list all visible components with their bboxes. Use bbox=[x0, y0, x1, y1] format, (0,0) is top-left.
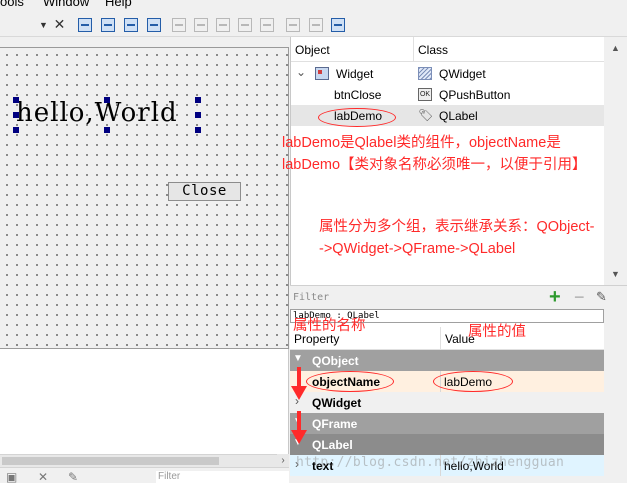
qt-designer-window: ools Window Help ▼ ✕ hello,World Close ›… bbox=[0, 0, 627, 483]
close-button[interactable]: Close bbox=[168, 182, 241, 201]
column-divider bbox=[413, 37, 414, 62]
toolbar-dropdown-icon[interactable]: ▼ bbox=[35, 16, 52, 33]
scrollbar-thumb[interactable] bbox=[2, 457, 219, 465]
class-name: QLabel bbox=[439, 109, 478, 123]
break-layout-icon[interactable] bbox=[307, 16, 324, 33]
menu-help[interactable]: Help bbox=[105, 0, 132, 9]
label-class-icon: 🏷 bbox=[418, 108, 434, 122]
object-inspector-scrollbar[interactable]: ▲ ▼ bbox=[604, 37, 627, 285]
annotation-arrow bbox=[291, 411, 307, 444]
scroll-down-icon[interactable]: ▼ bbox=[611, 269, 620, 279]
horizontal-scrollbar[interactable] bbox=[0, 454, 277, 467]
mdi-subwindow-titlebar bbox=[0, 37, 289, 48]
layout-vertical-icon[interactable] bbox=[192, 16, 209, 33]
form-canvas[interactable] bbox=[0, 48, 289, 349]
selection-handle[interactable] bbox=[13, 127, 19, 133]
selection-handle[interactable] bbox=[195, 97, 201, 103]
selection-handle[interactable] bbox=[104, 97, 110, 103]
column-header-class[interactable]: Class bbox=[418, 43, 448, 57]
layout-form-icon[interactable] bbox=[258, 16, 275, 33]
object-name: Widget bbox=[336, 67, 374, 81]
property-filter-bar: Filter + − ✎ bbox=[290, 285, 627, 309]
edit-widgets-icon[interactable] bbox=[76, 16, 93, 33]
layout-horizontal-icon[interactable] bbox=[170, 16, 187, 33]
adjust-size-icon[interactable] bbox=[329, 16, 346, 33]
property-group-label: QFrame bbox=[312, 417, 358, 431]
object-name: btnClose bbox=[334, 88, 382, 102]
property-group-qframe[interactable]: ▼ QFrame bbox=[290, 413, 604, 434]
class-name: QPushButton bbox=[439, 88, 511, 102]
toolbar: ▼ ✕ bbox=[0, 11, 627, 37]
annotation-arrow bbox=[291, 367, 307, 400]
scroll-up-icon[interactable]: ▲ bbox=[611, 43, 620, 53]
scroll-right-icon[interactable]: › bbox=[277, 454, 289, 467]
tree-row-widget[interactable]: ⌄ Widget QWidget bbox=[291, 63, 605, 84]
column-divider bbox=[440, 327, 441, 350]
new-action-icon[interactable]: ▣ bbox=[6, 470, 17, 483]
layout-grid-icon[interactable] bbox=[284, 16, 301, 33]
selection-handle[interactable] bbox=[195, 127, 201, 133]
selection-handle[interactable] bbox=[13, 112, 19, 118]
property-group-label: QLabel bbox=[312, 438, 353, 452]
hello-label[interactable]: hello,World bbox=[16, 98, 178, 128]
annotation-text: 属性分为多个组，表示继承关系：QObject- bbox=[319, 219, 595, 235]
annotation-text: labDemo【类对象名称必须唯一，以便于引用】 bbox=[282, 157, 587, 173]
configure-icon[interactable]: ✎ bbox=[68, 470, 78, 483]
selection-handle[interactable] bbox=[195, 112, 201, 118]
edit-signals-slots-icon[interactable] bbox=[99, 16, 116, 33]
annotation-inheritance-note: 属性分为多个组，表示继承关系：QObject- ->QWidget->QFram… bbox=[319, 216, 595, 260]
property-group-qwidget[interactable]: › QWidget bbox=[290, 392, 604, 413]
annotation-property-value-note: 属性的值 bbox=[468, 324, 526, 340]
action-filter-input[interactable]: Filter bbox=[156, 471, 289, 483]
menu-tools[interactable]: ools bbox=[0, 0, 24, 9]
delete-action-icon[interactable]: ✕ bbox=[38, 470, 48, 483]
layout-horizontal-splitter-icon[interactable] bbox=[214, 16, 231, 33]
expand-arrow-icon[interactable]: ⌄ bbox=[296, 65, 306, 79]
qwidget-class-icon bbox=[418, 67, 432, 80]
property-group-label: QObject bbox=[312, 354, 359, 368]
annotation-property-name-note: 属性的名称 bbox=[293, 318, 366, 334]
bottom-dock-toolbar: ▣ ✕ ✎ Filter bbox=[0, 467, 289, 483]
add-dynamic-property-icon[interactable]: + bbox=[549, 286, 561, 309]
column-header-object[interactable]: Object bbox=[295, 43, 330, 57]
annotation-ellipse bbox=[433, 371, 513, 392]
property-group-qobject[interactable]: ▼ QObject bbox=[290, 350, 604, 371]
selection-handle[interactable] bbox=[104, 127, 110, 133]
property-filter-input[interactable]: Filter bbox=[293, 292, 329, 303]
annotation-ellipse bbox=[318, 108, 396, 127]
remove-dynamic-property-icon[interactable]: − bbox=[574, 287, 585, 308]
selection-handle[interactable] bbox=[13, 97, 19, 103]
menu-bar: ools Window Help bbox=[0, 0, 627, 11]
watermark: http://blog.csdn.net/zhizhengguan bbox=[296, 455, 565, 470]
class-name: QWidget bbox=[439, 67, 486, 81]
edit-tab-order-icon[interactable] bbox=[145, 16, 162, 33]
layout-vertical-splitter-icon[interactable] bbox=[236, 16, 253, 33]
property-editor-scrollbar[interactable] bbox=[604, 323, 627, 483]
edit-buddies-icon[interactable] bbox=[122, 16, 139, 33]
annotation-ellipse bbox=[306, 371, 394, 392]
annotation-text: ->QWidget->QFrame->QLabel bbox=[319, 241, 516, 257]
menu-window[interactable]: Window bbox=[43, 0, 89, 9]
property-group-label: QWidget bbox=[312, 396, 362, 410]
close-form-icon[interactable]: ✕ bbox=[51, 16, 68, 33]
configure-property-editor-icon[interactable]: ✎ bbox=[596, 289, 607, 305]
tree-row-btnclose[interactable]: btnClose OK QPushButton bbox=[291, 84, 605, 105]
pushbutton-class-icon: OK bbox=[418, 88, 432, 101]
annotation-label-note: labDemo是Qlabel类的组件，objectName是 labDemo【类… bbox=[282, 132, 587, 176]
annotation-text: labDemo是Qlabel类的组件，objectName是 bbox=[282, 135, 561, 151]
property-group-qlabel[interactable]: ▼ QLabel bbox=[290, 434, 604, 455]
mdi-area bbox=[0, 349, 289, 454]
object-inspector-header: Object Class bbox=[291, 37, 605, 62]
collapse-arrow-icon[interactable]: ▼ bbox=[293, 353, 303, 364]
widget-icon bbox=[315, 67, 329, 80]
